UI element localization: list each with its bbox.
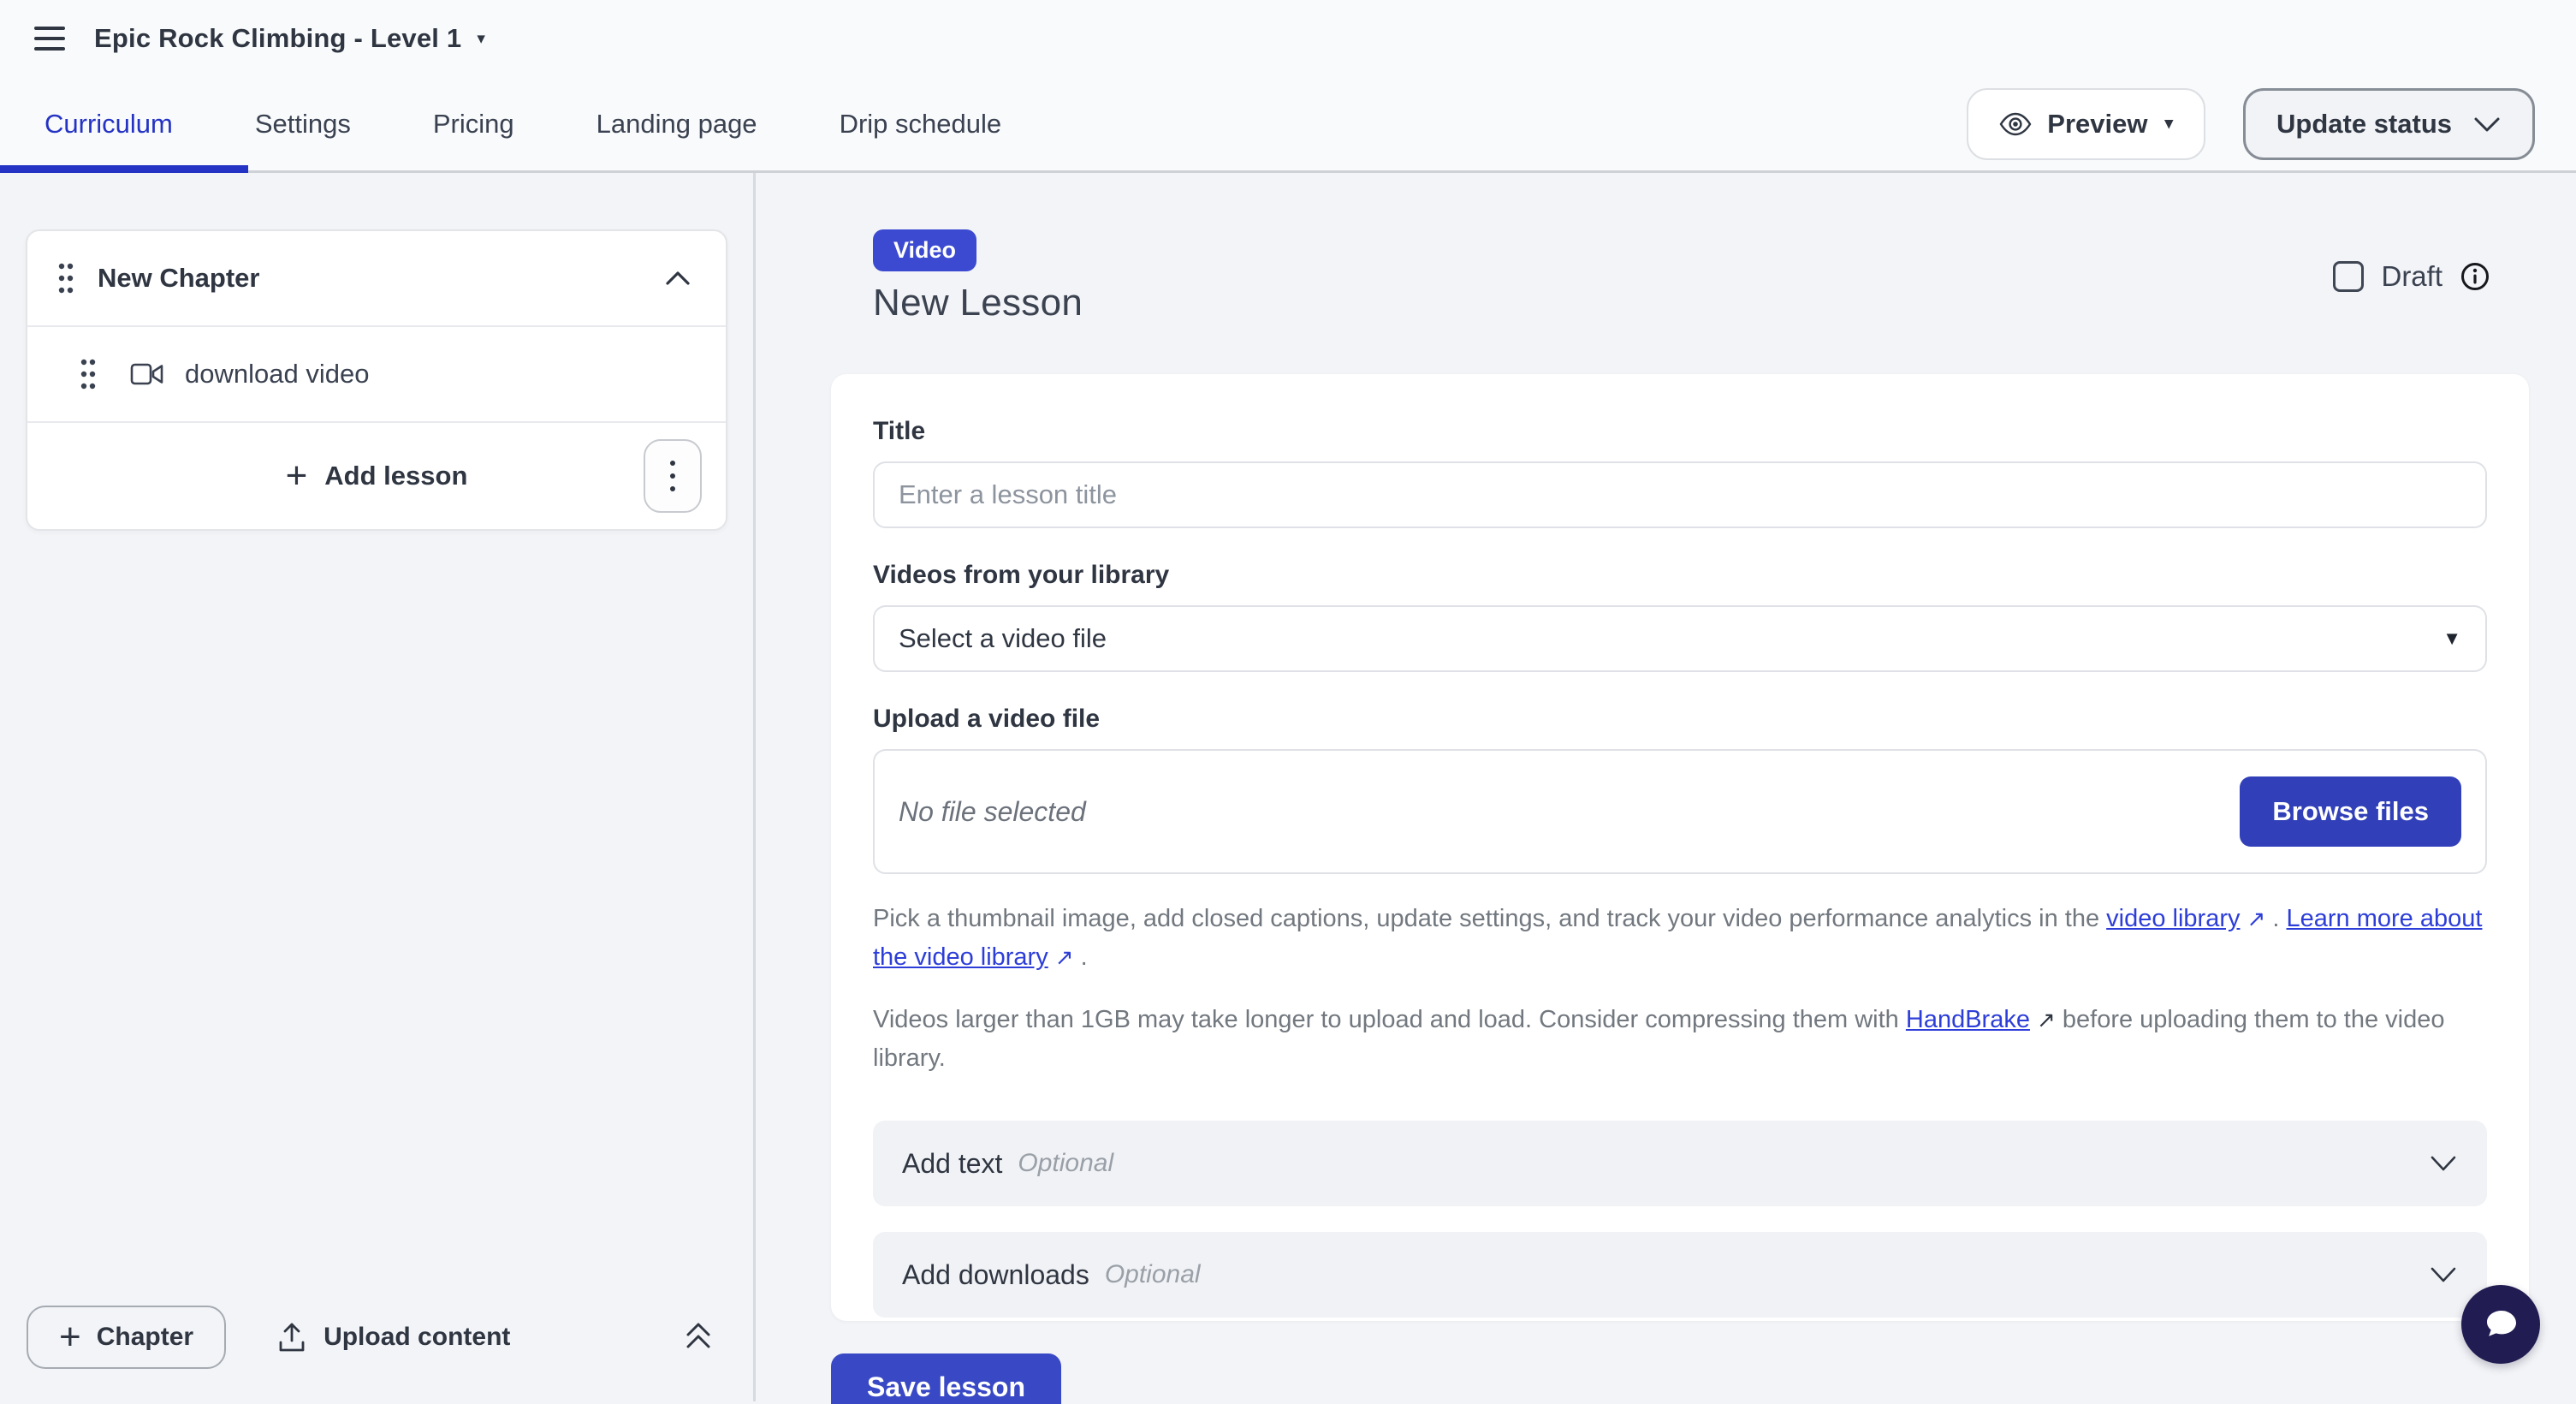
help-text: Pick a thumbnail image, add closed capti… xyxy=(873,905,2106,932)
update-status-label: Update status xyxy=(2276,109,2452,140)
library-label: Videos from your library xyxy=(873,561,2487,590)
lesson-type-badge: Video xyxy=(873,229,976,271)
add-downloads-section[interactable]: Add downloads Optional xyxy=(873,1232,2487,1318)
double-chevron-up-icon xyxy=(683,1321,714,1353)
caret-down-icon: ▾ xyxy=(477,29,485,49)
tab-drip-schedule[interactable]: Drip schedule xyxy=(840,77,1002,170)
video-library-select-value: Select a video file xyxy=(899,623,1107,654)
plus-icon: + xyxy=(286,457,308,495)
course-switcher[interactable]: Epic Rock Climbing - Level 1 ▾ xyxy=(94,23,485,54)
video-library-link[interactable]: video library xyxy=(2106,905,2240,932)
lesson-editor: Video New Lesson Draft Title xyxy=(756,173,2576,1401)
tab-pricing[interactable]: Pricing xyxy=(433,77,514,170)
active-tab-indicator xyxy=(0,165,248,173)
add-lesson-label: Add lesson xyxy=(324,461,467,491)
video-library-select[interactable]: Select a video file ▼ xyxy=(873,605,2487,672)
title-label: Title xyxy=(873,417,2487,446)
draft-toggle: Draft xyxy=(2333,260,2490,293)
optional-hint: Optional xyxy=(1105,1260,1201,1289)
tab-settings[interactable]: Settings xyxy=(255,77,351,170)
add-text-label: Add text xyxy=(902,1148,1002,1180)
tab-landing-page[interactable]: Landing page xyxy=(597,77,757,170)
chat-widget-button[interactable] xyxy=(2461,1285,2540,1364)
chat-bubble-icon xyxy=(2478,1302,2523,1347)
video-camera-icon xyxy=(130,362,164,386)
video-library-help-text: Pick a thumbnail image, add closed capti… xyxy=(873,900,2487,977)
course-title: Epic Rock Climbing - Level 1 xyxy=(94,23,461,54)
draft-checkbox[interactable] xyxy=(2333,261,2364,292)
chevron-up-icon[interactable] xyxy=(664,270,691,287)
handbrake-link[interactable]: HandBrake xyxy=(1906,1006,2030,1033)
tab-bar: Curriculum Settings Pricing Landing page… xyxy=(0,77,2576,173)
draft-label: Draft xyxy=(2381,260,2442,293)
optional-hint: Optional xyxy=(1018,1149,1113,1178)
lesson-header: Video New Lesson Draft xyxy=(831,229,2529,324)
plus-icon: + xyxy=(59,1318,81,1356)
drag-handle-icon[interactable] xyxy=(79,355,98,393)
compression-help-text: Videos larger than 1GB may take longer t… xyxy=(873,1001,2487,1078)
collapse-all-button[interactable] xyxy=(683,1321,714,1353)
help-text: Videos larger than 1GB may take longer t… xyxy=(873,1006,1906,1033)
lesson-page-title: New Lesson xyxy=(873,282,2529,324)
chevron-down-icon xyxy=(2429,1154,2458,1173)
add-lesson-button[interactable]: + Add lesson xyxy=(286,457,468,495)
chapter-options-kebab-button[interactable] xyxy=(644,439,702,513)
upload-icon xyxy=(277,1322,306,1353)
drag-handle-icon[interactable] xyxy=(56,259,75,297)
external-link-arrow-icon: ↗ xyxy=(2037,1007,2056,1032)
help-text: . xyxy=(1074,943,1088,971)
chevron-down-icon xyxy=(2472,115,2502,134)
lesson-item[interactable]: download video xyxy=(27,327,726,423)
file-dropzone[interactable]: No file selected Browse files xyxy=(873,749,2487,874)
app-header: Epic Rock Climbing - Level 1 ▾ xyxy=(0,0,2576,77)
no-file-text: No file selected xyxy=(899,796,1086,828)
add-chapter-label: Chapter xyxy=(97,1323,193,1352)
eye-icon xyxy=(1999,111,2032,137)
add-chapter-button[interactable]: + Chapter xyxy=(27,1306,226,1369)
upload-field-group: Upload a video file No file selected Bro… xyxy=(873,705,2487,874)
curriculum-sidebar: New Chapter xyxy=(0,173,756,1401)
chapter-title: New Chapter xyxy=(98,263,259,294)
tabs: Curriculum Settings Pricing Landing page… xyxy=(45,77,1001,170)
lesson-title: download video xyxy=(185,359,369,390)
title-field-group: Title xyxy=(873,417,2487,528)
info-icon[interactable] xyxy=(2460,261,2490,292)
caret-down-icon: ▾ xyxy=(2164,114,2173,134)
select-caret-icon: ▼ xyxy=(2442,628,2461,650)
add-downloads-label: Add downloads xyxy=(902,1259,1089,1291)
update-status-button[interactable]: Update status xyxy=(2243,88,2535,160)
lesson-title-input[interactable] xyxy=(873,461,2487,528)
upload-content-label: Upload content xyxy=(323,1323,510,1352)
lesson-form-card: Title Videos from your library Select a … xyxy=(831,374,2529,1321)
chapter-card: New Chapter xyxy=(26,229,727,531)
hamburger-menu-icon[interactable] xyxy=(34,27,65,51)
help-text: . xyxy=(2265,905,2286,932)
browse-files-button[interactable]: Browse files xyxy=(2240,776,2461,847)
add-lesson-row: + Add lesson xyxy=(27,423,726,529)
preview-button[interactable]: Preview ▾ xyxy=(1967,88,2205,160)
preview-label: Preview xyxy=(2047,109,2147,140)
library-field-group: Videos from your library Select a video … xyxy=(873,561,2487,672)
tab-curriculum[interactable]: Curriculum xyxy=(45,77,173,170)
upload-content-button[interactable]: Upload content xyxy=(277,1322,510,1353)
sidebar-footer: + Chapter Upload content xyxy=(0,1273,753,1401)
external-link-arrow-icon: ↗ xyxy=(2247,906,2266,931)
save-lesson-button[interactable]: Save lesson xyxy=(831,1353,1061,1404)
chapter-header[interactable]: New Chapter xyxy=(27,231,726,327)
add-text-section[interactable]: Add text Optional xyxy=(873,1121,2487,1206)
upload-file-label: Upload a video file xyxy=(873,705,2487,734)
chevron-down-icon xyxy=(2429,1265,2458,1284)
external-link-arrow-icon: ↗ xyxy=(1055,944,1074,970)
